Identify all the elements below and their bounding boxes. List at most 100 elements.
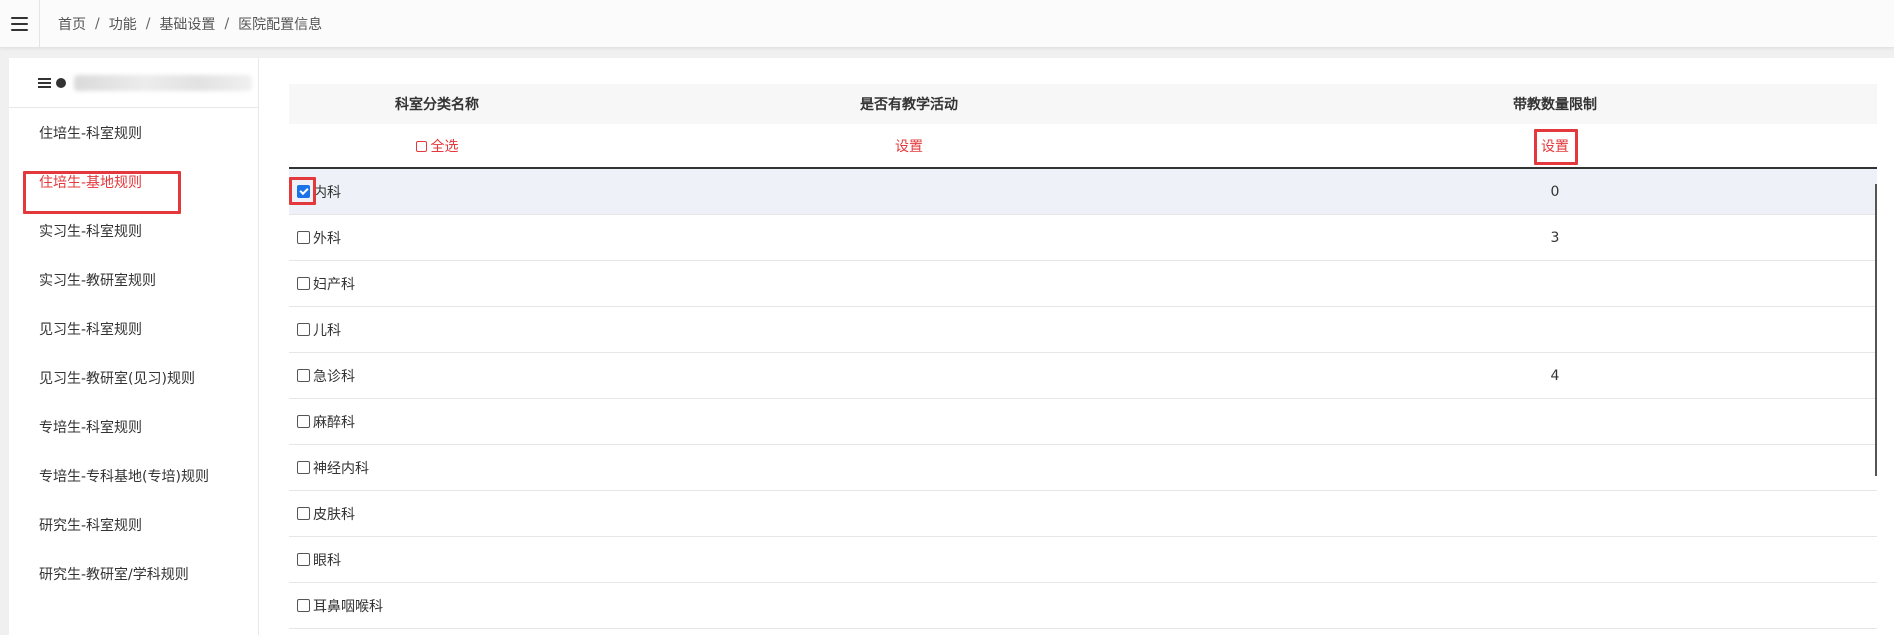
table-body: 内科 0 外科 3 妇产科 儿科 急诊科 4 麻醉科 神经内科 皮肤科 眼科 耳…	[289, 169, 1877, 629]
teaching-cell	[585, 445, 1233, 490]
dept-cell: 神经内科	[289, 445, 585, 490]
sidebar-item-trainee-dept-rule[interactable]: 见习生-科室规则	[9, 304, 259, 353]
sidebar-item-specialist-dept-rule[interactable]: 专培生-科室规则	[9, 402, 259, 451]
breadcrumb-home[interactable]: 首页	[58, 14, 86, 34]
dept-cell: 外科	[289, 215, 585, 260]
limit-cell	[1233, 491, 1877, 536]
table-action-row: 全选 设置 设置	[289, 124, 1877, 169]
sidebar-item-graduate-office-rule[interactable]: 研究生-教研室/学科规则	[9, 549, 259, 598]
checkbox-icon	[415, 140, 427, 152]
table-row[interactable]: 皮肤科	[289, 491, 1877, 537]
limit-cell	[1233, 445, 1877, 490]
set-teaching-button[interactable]: 设置	[895, 136, 923, 156]
sidebar-item-label: 实习生-科室规则	[39, 223, 143, 240]
sidebar-item-specialist-base-rule[interactable]: 专培生-专科基地(专培)规则	[9, 451, 259, 500]
sidebar-item-label: 研究生-科室规则	[39, 517, 143, 534]
row-checkbox[interactable]	[297, 231, 310, 244]
limit-cell: 3	[1233, 215, 1877, 260]
limit-value: 3	[1550, 229, 1560, 246]
tree-icon	[38, 77, 66, 88]
sidebar-item-resident-base-rule[interactable]: 住培生-基地规则	[9, 157, 259, 206]
breadcrumb-separator: /	[145, 16, 151, 32]
breadcrumb: 首页 / 功能 / 基础设置 / 医院配置信息	[58, 0, 322, 48]
breadcrumb-current: 医院配置信息	[238, 17, 323, 33]
sidebar-item-label: 住培生-基地规则	[39, 174, 143, 191]
dept-name: 外科	[313, 230, 341, 247]
sidebar-item-label: 住培生-科室规则	[39, 125, 143, 142]
menu-toggle-button[interactable]	[0, 0, 40, 48]
dept-name: 内科	[313, 184, 341, 201]
table-row[interactable]: 外科 3	[289, 215, 1877, 261]
header-teaching-activity: 是否有教学活动	[860, 97, 958, 113]
teaching-cell	[585, 537, 1233, 582]
sidebar-item-trainee-office-rule[interactable]: 见习生-教研室(见习)规则	[9, 353, 259, 402]
dept-name: 麻醉科	[313, 414, 355, 431]
row-checkbox[interactable]	[297, 369, 310, 382]
set-teaching-cell: 设置	[585, 124, 1233, 167]
sidebar-item-graduate-dept-rule[interactable]: 研究生-科室规则	[9, 500, 259, 549]
sidebar-item-label: 专培生-专科基地(专培)规则	[39, 468, 209, 485]
row-checkbox[interactable]	[297, 599, 310, 612]
sidebar-item-intern-office-rule[interactable]: 实习生-教研室规则	[9, 255, 259, 304]
select-all-cell: 全选	[289, 124, 585, 167]
sidebar-item-label: 见习生-教研室(见习)规则	[39, 370, 195, 387]
table-row[interactable]: 眼科	[289, 537, 1877, 583]
dept-cell: 妇产科	[289, 261, 585, 306]
header-dept-name: 科室分类名称	[395, 97, 479, 113]
set-limit-cell: 设置	[1233, 124, 1877, 167]
table-header: 科室分类名称 是否有教学活动 带教数量限制	[289, 84, 1877, 124]
limit-value: 0	[1550, 183, 1560, 200]
sidebar-item-label: 专培生-科室规则	[39, 419, 143, 436]
dept-cell: 耳鼻咽喉科	[289, 583, 585, 628]
dept-table: 科室分类名称 是否有教学活动 带教数量限制 全选 设置 设置 内科 0 外科 3…	[289, 84, 1877, 629]
row-checkbox[interactable]	[297, 553, 310, 566]
dept-cell: 皮肤科	[289, 491, 585, 536]
dept-name: 急诊科	[313, 368, 355, 385]
breadcrumb-separator: /	[95, 16, 100, 32]
dept-name: 妇产科	[313, 276, 355, 293]
sidebar-item-label: 实习生-教研室规则	[39, 272, 157, 289]
sidebar-list: 住培生-科室规则 住培生-基地规则 实习生-科室规则 实习生-教研室规则 见习生…	[9, 108, 259, 598]
table-scrollbar[interactable]	[1875, 184, 1877, 476]
content-area: 科室分类名称 是否有教学活动 带教数量限制 全选 设置 设置 内科 0 外科 3…	[260, 58, 1894, 635]
breadcrumb-basic-settings[interactable]: 基础设置	[159, 14, 215, 34]
sidebar-item-label: 研究生-教研室/学科规则	[39, 566, 189, 583]
select-all-label: 全选	[430, 138, 459, 155]
row-checkbox[interactable]	[297, 277, 310, 290]
row-checkbox[interactable]	[297, 461, 310, 474]
teaching-cell	[585, 307, 1233, 352]
sidebar-item-resident-dept-rule[interactable]: 住培生-科室规则	[9, 108, 259, 157]
sidebar-item-intern-dept-rule[interactable]: 实习生-科室规则	[9, 206, 259, 255]
main-panel: 住培生-科室规则 住培生-基地规则 实习生-科室规则 实习生-教研室规则 见习生…	[9, 58, 1894, 635]
dept-name: 神经内科	[313, 460, 369, 477]
hamburger-icon	[11, 17, 28, 31]
teaching-cell	[585, 353, 1233, 398]
dept-cell: 儿科	[289, 307, 585, 352]
table-row[interactable]: 耳鼻咽喉科	[289, 583, 1877, 629]
limit-cell: 4	[1233, 353, 1877, 398]
teaching-cell	[585, 169, 1233, 214]
table-row[interactable]: 儿科	[289, 307, 1877, 353]
table-row[interactable]: 内科 0	[289, 169, 1877, 215]
row-checkbox[interactable]	[297, 185, 310, 198]
row-checkbox[interactable]	[297, 415, 310, 428]
row-checkbox[interactable]	[297, 507, 310, 520]
dept-name: 眼科	[313, 552, 341, 569]
teaching-cell	[585, 261, 1233, 306]
dept-cell: 内科	[289, 169, 585, 214]
dept-cell: 急诊科	[289, 353, 585, 398]
limit-cell	[1233, 307, 1877, 352]
table-row[interactable]: 急诊科 4	[289, 353, 1877, 399]
table-row[interactable]: 神经内科	[289, 445, 1877, 491]
header-teaching-limit: 带教数量限制	[1513, 97, 1597, 113]
set-limit-button[interactable]: 设置	[1541, 136, 1569, 156]
select-all-button[interactable]: 全选	[415, 136, 459, 156]
teaching-cell	[585, 215, 1233, 260]
breadcrumb-function[interactable]: 功能	[109, 14, 137, 34]
dept-name: 儿科	[313, 322, 341, 339]
table-row[interactable]: 妇产科	[289, 261, 1877, 307]
teaching-cell	[585, 583, 1233, 628]
limit-cell	[1233, 537, 1877, 582]
row-checkbox[interactable]	[297, 323, 310, 336]
table-row[interactable]: 麻醉科	[289, 399, 1877, 445]
